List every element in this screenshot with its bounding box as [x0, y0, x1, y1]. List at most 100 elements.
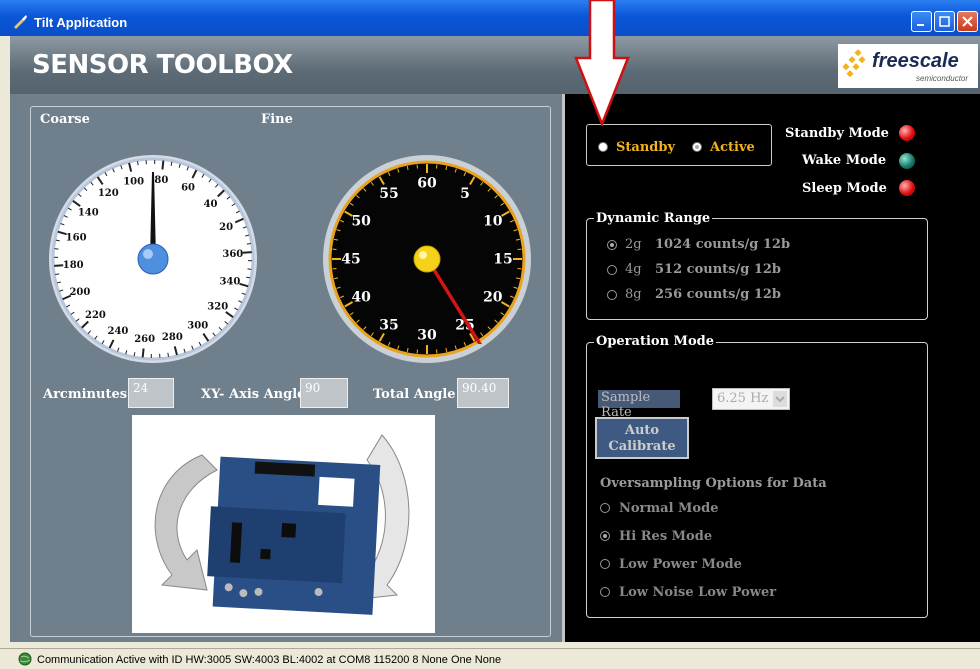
window-title: Tilt Application	[34, 15, 127, 30]
gauge-tick-label: 340	[219, 276, 240, 287]
gauge-tick	[247, 244, 251, 245]
fine-hub	[414, 246, 440, 272]
gauge-tick	[168, 353, 169, 357]
gauge-tick-label: 180	[63, 260, 84, 271]
range-2g-label[interactable]: 2g	[625, 237, 642, 252]
gauge-tick-label: 320	[207, 301, 228, 312]
gauge-tick	[138, 161, 139, 165]
gauge-tick-label: 50	[351, 214, 371, 230]
status-text: Communication Active with ID HW:3005 SW:…	[37, 654, 501, 666]
hi-res-mode-label[interactable]: Hi Res Mode	[619, 529, 712, 544]
operation-mode-title: Operation Mode	[594, 334, 716, 349]
low-power-mode-radio[interactable]	[600, 559, 610, 569]
auto-calibrate-button[interactable]: Auto Calibrate	[595, 417, 689, 459]
minimize-icon	[912, 12, 931, 31]
gauge-tick	[243, 252, 252, 253]
gauge-tick-label: 160	[66, 232, 87, 243]
gauge-tick	[55, 274, 59, 275]
gauge-tick-label: 120	[98, 188, 119, 199]
oversampling-title: Oversampling Options for Data	[600, 476, 827, 491]
standby-radio[interactable]	[598, 142, 608, 152]
total-angle-label: Total Angle	[373, 387, 456, 402]
gauge-tick-label: 200	[69, 287, 90, 298]
range-4g-radio[interactable]	[607, 265, 617, 275]
gauge-tick-label: 80	[154, 175, 168, 186]
gauge-tick-label: 60	[417, 176, 437, 192]
gauge-tick-label: 260	[134, 334, 155, 345]
gauge-tick-label: 15	[493, 252, 512, 268]
xy-angle-field: 90	[300, 378, 348, 408]
range-8g-label[interactable]: 8g	[625, 287, 642, 302]
standby-mode-led	[899, 125, 915, 141]
logo-subtext: semiconductor	[916, 74, 968, 83]
low-noise-low-power-radio[interactable]	[600, 587, 610, 597]
sensor-board-image	[132, 415, 435, 633]
normal-mode-label[interactable]: Normal Mode	[619, 501, 718, 516]
sample-rate-label: Sample Rate	[598, 390, 680, 408]
maximize-icon	[935, 12, 954, 31]
gauge-tick-label: 30	[417, 328, 437, 344]
fine-label: Fine	[261, 112, 293, 127]
fine-gauge: 60510152025303540455055	[322, 154, 532, 364]
low-noise-low-power-label[interactable]: Low Noise Low Power	[619, 585, 776, 600]
total-angle-field: 90.40	[457, 378, 509, 408]
gauge-tick-label: 20	[483, 290, 503, 306]
freescale-logo: freescale semiconductor	[838, 44, 978, 88]
range-8g-radio[interactable]	[607, 290, 617, 300]
range-8g-desc: 256 counts/g 12b	[655, 287, 781, 302]
coarse-hub	[138, 244, 168, 274]
gauge-tick-label: 100	[123, 177, 144, 188]
app-icon	[12, 13, 28, 29]
gauge-tick-label: 140	[78, 207, 99, 218]
globe-icon	[18, 652, 32, 666]
minimize-button[interactable]	[911, 11, 932, 32]
gauge-tick-label: 55	[379, 186, 398, 202]
close-button[interactable]	[957, 11, 978, 32]
active-option-label[interactable]: Active	[710, 140, 755, 155]
sample-rate-select[interactable]: 6.25 Hz	[712, 388, 790, 410]
range-2g-desc: 1024 counts/g 12b	[655, 237, 790, 252]
sleep-mode-led	[899, 180, 915, 196]
gauge-tick-label: 45	[341, 252, 360, 268]
active-radio[interactable]	[692, 142, 702, 152]
gauge-tick-label: 220	[85, 310, 106, 321]
maximize-button[interactable]	[934, 11, 955, 32]
gauge-tick-label: 40	[204, 199, 218, 210]
arcminutes-label: Arcminutes	[43, 387, 127, 402]
gauge-tick-label: 300	[187, 321, 208, 332]
gauge-tick-label: 10	[483, 214, 503, 230]
standby-mode-label: Standby Mode	[785, 126, 889, 141]
normal-mode-radio[interactable]	[600, 503, 610, 513]
logo-text: freescale	[872, 50, 959, 73]
auto-calibrate-line2: Calibrate	[597, 439, 687, 455]
gauge-tick	[162, 161, 163, 170]
wake-mode-led	[899, 153, 915, 169]
auto-calibrate-line1: Auto	[597, 423, 687, 439]
arcminutes-field: 24	[128, 378, 174, 408]
dynamic-range-title: Dynamic Range	[594, 211, 712, 226]
sleep-mode-label: Sleep Mode	[802, 181, 887, 196]
logo-mark-icon	[842, 48, 872, 82]
down-arrow-icon	[574, 0, 630, 126]
standby-option-label[interactable]: Standby	[616, 140, 675, 155]
range-4g-desc: 512 counts/g 12b	[655, 262, 781, 277]
gauge-tick-label: 360	[222, 249, 243, 260]
gauge-tick-label: 5	[460, 186, 470, 202]
gauge-tick-label: 20	[219, 222, 233, 233]
gauge-tick-label: 40	[351, 290, 371, 306]
status-bar: Communication Active with ID HW:3005 SW:…	[0, 648, 980, 669]
gauge-tick-label: 280	[162, 332, 183, 343]
gauge-tick-label: 35	[379, 317, 398, 333]
wake-mode-label: Wake Mode	[802, 153, 886, 168]
title-bar[interactable]: Tilt Application	[0, 0, 980, 36]
coarse-gauge: 1008060402036034032030028026024022020018…	[48, 154, 258, 364]
range-2g-radio[interactable]	[607, 240, 617, 250]
gauge-tick-label: 60	[181, 182, 195, 193]
header-banner: SENSOR TOOLBOX freescale semiconductor	[10, 36, 980, 94]
app-heading: SENSOR TOOLBOX	[32, 50, 293, 80]
low-power-mode-label[interactable]: Low Power Mode	[619, 557, 742, 572]
sample-rate-value: 6.25 Hz	[717, 391, 768, 406]
hi-res-mode-radio[interactable]	[600, 531, 610, 541]
range-4g-label[interactable]: 4g	[625, 262, 642, 277]
close-icon	[958, 12, 977, 31]
